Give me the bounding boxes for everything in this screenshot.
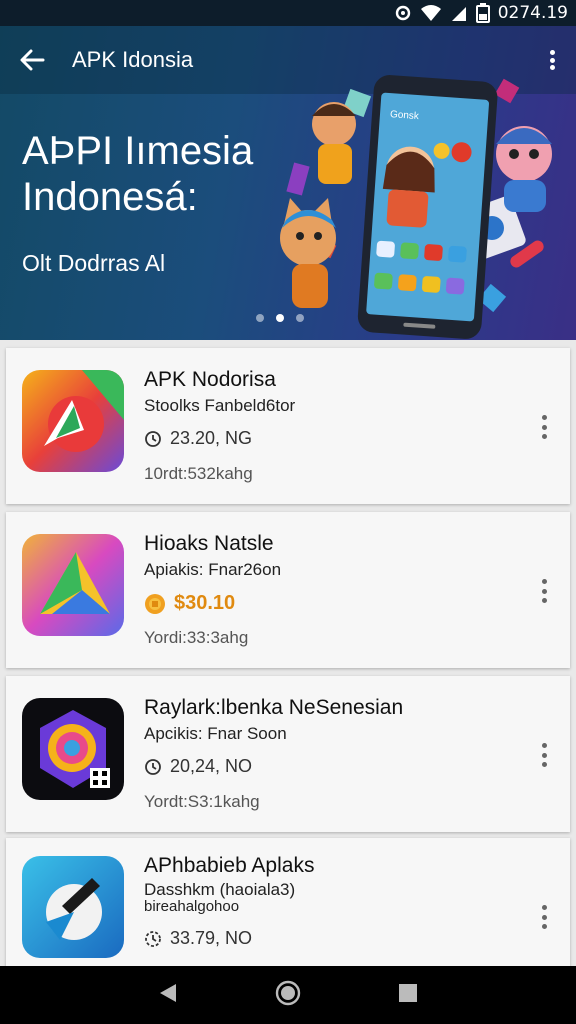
app-price: 20,24, NO: [144, 756, 252, 777]
app-bar-title: APK Idonsia: [72, 47, 194, 72]
app-price: $30.10: [144, 592, 235, 615]
status-time: 0274.19: [497, 3, 568, 23]
overflow-menu-button[interactable]: [536, 902, 552, 932]
app-card[interactable]: APK Nodorisa Stoolks Fanbeld6tor 23.20, …: [6, 348, 570, 504]
app-size: Yordi:33:3ahg: [144, 628, 249, 647]
circle-home-icon: [275, 980, 301, 1005]
wifi-icon: [420, 4, 442, 22]
app-price-value: $30.10: [174, 592, 236, 614]
app-name: APhbabieb Aplaks: [144, 854, 315, 877]
nav-back-button[interactable]: [158, 982, 178, 1009]
pager-dot[interactable]: [296, 314, 304, 322]
app-developer: Apcikis: Fnar Soon: [144, 724, 287, 743]
app-price-value: 20,24, NO: [170, 756, 253, 776]
banner-pager[interactable]: [256, 314, 304, 322]
square-recents-icon: [398, 983, 417, 1002]
clock-icon: [145, 758, 161, 775]
app-card[interactable]: Hioaks Natsle Apiakis: Fnar26on $30.10 Y…: [6, 512, 570, 668]
overflow-menu-button[interactable]: [536, 576, 552, 606]
hero-banner[interactable]: APK Idonsia AÞPI Iımesia Indonesá: Olt D…: [0, 26, 576, 340]
clock-icon: [145, 930, 161, 947]
overflow-menu-button[interactable]: [536, 740, 552, 770]
app-size: Yordt:S3:1kahg: [144, 792, 260, 811]
app-price-value: 33.79, NO: [170, 928, 253, 948]
clock-icon: [145, 430, 161, 447]
sync-icon: [394, 4, 412, 22]
phone-screen-label: Gonsk: [390, 109, 421, 122]
pager-dot-active[interactable]: [276, 314, 284, 322]
app-size: 10rdt:532kahg: [144, 464, 253, 483]
app-icon: [22, 370, 124, 472]
app-name: Raylark:lbenka NeSenesian: [144, 696, 404, 719]
signal-icon: [450, 4, 468, 22]
app-name: Hioaks Natsle: [144, 532, 274, 555]
nav-recents-button[interactable]: [398, 983, 418, 1008]
hero-title-line1: AÞPI Iımesia: [22, 129, 254, 173]
app-name: APK Nodorisa: [144, 368, 276, 391]
app-developer: Dasshkm (haoiala3): [144, 880, 296, 899]
coin-icon: [145, 593, 165, 614]
system-nav-bar: [0, 966, 576, 1024]
nav-home-button[interactable]: [275, 980, 301, 1011]
app-card[interactable]: APhbabieb Aplaks Dasshkm (haoiala3) bire…: [6, 838, 570, 978]
triangle-back-icon: [160, 983, 177, 1002]
hero-illustration: Gonsk: [280, 75, 552, 339]
app-price: 33.79, NO: [144, 928, 252, 949]
arrow-left-icon: [20, 49, 45, 71]
hero-title: AÞPI Iımesia Indonesá:: [22, 128, 302, 220]
app-icon: [22, 698, 124, 800]
battery-icon: [475, 3, 490, 23]
app-card[interactable]: Raylark:lbenka NeSenesian Apcikis: Fnar …: [6, 676, 570, 832]
pager-dot[interactable]: [256, 314, 264, 322]
app-price: 23.20, NG: [144, 428, 252, 449]
overflow-menu-button[interactable]: [536, 412, 552, 442]
app-developer: Apiakis: Fnar26on: [144, 560, 282, 579]
back-button[interactable]: [0, 26, 64, 94]
status-bar: 0274.19: [0, 0, 576, 26]
app-icon: [22, 856, 124, 958]
hero-subtitle: Olt Dodrras Al: [22, 250, 166, 276]
app-developer: Stoolks Fanbeld6tor: [144, 396, 296, 415]
app-developer-secondary: bireahalgohoo: [144, 898, 240, 915]
hero-title-line2: Indonesá:: [22, 175, 198, 219]
app-icon: [22, 534, 124, 636]
app-price-value: 23.20, NG: [170, 428, 253, 448]
